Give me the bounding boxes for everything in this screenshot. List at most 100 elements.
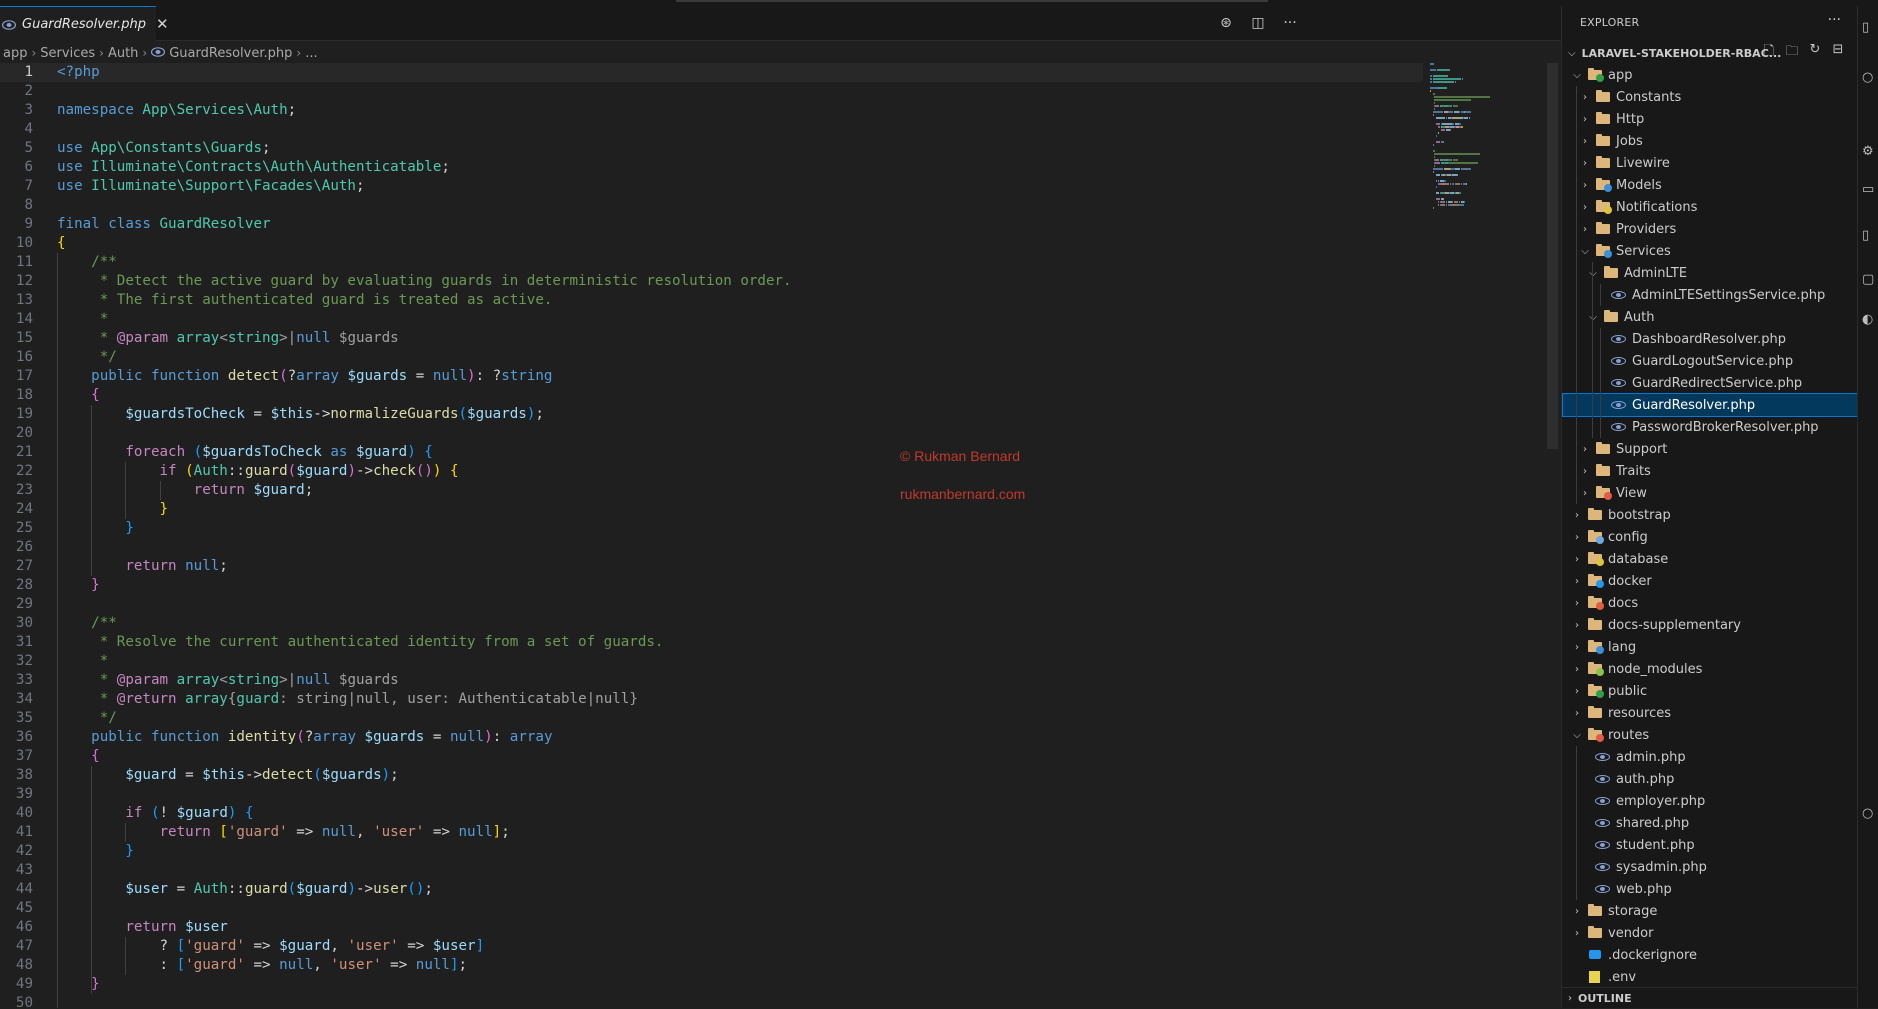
code-line[interactable]: 23 return $guard; [0,481,1423,500]
tree-folder[interactable]: ⌵ Services [1563,240,1873,262]
code-line[interactable]: 48 : ['guard' => null, 'user' => null]; [0,956,1423,975]
new-folder-icon[interactable]: 🗀 [1784,42,1800,64]
circle-icon[interactable]: ◐ [1862,312,1876,327]
code-line[interactable]: 33 * @param array<string>|null $guards [0,671,1423,690]
code-line[interactable]: 49 } [0,975,1423,994]
breadcrumb-item[interactable]: GuardResolver.php [169,46,292,61]
tree-folder[interactable]: › Providers [1563,218,1873,240]
code-line[interactable]: 16 */ [0,348,1423,367]
code-line[interactable]: 45 [0,899,1423,918]
code-line[interactable]: 22 if (Auth::guard($guard)->check()) { [0,462,1423,481]
code-line[interactable]: 17 public function detect(?array $guards… [0,367,1423,386]
refresh-icon[interactable]: ↻ [1807,42,1823,64]
tree-folder[interactable]: › bootstrap [1563,504,1865,526]
code-line[interactable]: 47 ? ['guard' => $guard, 'user' => $user… [0,937,1423,956]
close-icon[interactable]: ✕ [156,15,169,33]
code-line[interactable]: 8 [0,196,1423,215]
code-line[interactable]: 38 $guard = $this->detect($guards); [0,766,1423,785]
code-line[interactable]: 37 { [0,747,1423,766]
code-line[interactable]: 31 * Resolve the current authenticated i… [0,633,1423,652]
more-actions-icon[interactable]: ··· [1828,12,1841,28]
code-line[interactable]: 1 <?php [0,63,1423,82]
code-line[interactable]: 3 namespace App\Services\Auth; [0,101,1423,120]
tree-folder[interactable]: › docker [1563,570,1865,592]
tree-folder[interactable]: › Notifications [1563,196,1873,218]
tree-folder[interactable]: › Traits [1563,460,1873,482]
tree-folder[interactable]: › node_modules [1563,658,1865,680]
tree-folder[interactable]: › Constants [1563,86,1873,108]
code-line[interactable]: 11 /** [0,253,1423,272]
code-line[interactable]: 34 * @return array{guard: string|null, u… [0,690,1423,709]
code-line[interactable]: 44 $user = Auth::guard($guard)->user(); [0,880,1423,899]
breadcrumb-item[interactable]: ... [305,46,317,61]
tree-folder[interactable]: › database [1563,548,1865,570]
settings-icon[interactable]: ⚙ [1862,144,1876,159]
code-line[interactable]: 35 */ [0,709,1423,728]
tree-folder[interactable]: › Jobs [1563,130,1873,152]
search-icon[interactable]: ○ [1862,70,1876,85]
file-icon[interactable]: ▭ [1862,182,1876,197]
tree-file[interactable]: AdminLTESettingsService.php [1563,284,1878,306]
tree-folder[interactable]: › public [1563,680,1865,702]
split-editor-icon[interactable]: ◫ [1249,15,1267,31]
editor-area[interactable]: GuardResolver.php ✕ ⊛ ◫ ··· app › Services › A… [0,6,1561,1008]
minimap[interactable] [1430,63,1542,243]
tree-file[interactable]: GuardLogoutService.php [1563,350,1878,372]
code-line[interactable]: 2 [0,82,1423,101]
tree-folder[interactable]: › Support [1563,438,1873,460]
code-line[interactable]: 20 [0,424,1423,443]
tree-file[interactable]: DashboardResolver.php [1563,328,1878,350]
tree-folder[interactable]: ⌵ routes [1563,724,1865,746]
tree-file[interactable]: sysadmin.php [1563,856,1873,878]
code-line[interactable]: 19 $guardsToCheck = $this->normalizeGuar… [0,405,1423,424]
tree-folder[interactable]: › vendor [1563,922,1865,944]
tree-file[interactable]: employer.php [1563,790,1873,812]
tree-folder[interactable]: › storage [1563,900,1865,922]
tree-file[interactable]: .dockerignore [1563,944,1865,966]
code-line[interactable]: 29 [0,595,1423,614]
tree-folder[interactable]: › View [1563,482,1873,504]
code-line[interactable]: 41 return ['guard' => null, 'user' => nu… [0,823,1423,842]
code-line[interactable]: 28 } [0,576,1423,595]
tree-folder[interactable]: › Http [1563,108,1873,130]
code-line[interactable]: 4 [0,120,1423,139]
code-line[interactable]: 9 final class GuardResolver [0,215,1423,234]
code-line[interactable]: 25 } [0,519,1423,538]
copy-icon[interactable]: ▯ [1862,228,1876,243]
editor-scrollbar[interactable] [1547,63,1558,449]
account-icon[interactable]: ○ [1862,806,1876,821]
tree-file[interactable]: web.php [1563,878,1873,900]
breadcrumb-item[interactable]: app [3,46,27,61]
code-line[interactable]: 24 } [0,500,1423,519]
outline-section[interactable]: › OUTLINE [1562,987,1858,1009]
breadcrumb-item[interactable]: Auth [108,46,138,61]
code-line[interactable]: 15 * @param array<string>|null $guards [0,329,1423,348]
tree-file[interactable]: shared.php [1563,812,1873,834]
collapse-all-icon[interactable]: ⊟ [1830,42,1846,64]
new-file-icon[interactable]: 🗋 [1761,42,1777,64]
tree-file[interactable]: GuardResolver.php [1562,393,1878,417]
tree-folder[interactable]: › resources [1563,702,1865,724]
code-line[interactable]: 14 * [0,310,1423,329]
more-actions-icon[interactable]: ··· [1281,15,1299,31]
code-line[interactable]: 30 /** [0,614,1423,633]
tree-file[interactable]: auth.php [1563,768,1873,790]
code-line[interactable]: 32 * [0,652,1423,671]
code-line[interactable]: 27 return null; [0,557,1423,576]
tree-folder[interactable]: ⌵ app [1563,64,1865,86]
code-line[interactable]: 46 return $user [0,918,1423,937]
tree-folder[interactable]: › lang [1563,636,1865,658]
code-line[interactable]: 39 [0,785,1423,804]
code-line[interactable]: 42 } [0,842,1423,861]
tree-file[interactable]: student.php [1563,834,1873,856]
copilot-icon[interactable]: ⊛ [1217,15,1235,31]
tree-folder[interactable]: › docs [1563,592,1865,614]
breadcrumb-item[interactable]: Services [40,46,95,61]
code-line[interactable]: 13 * The first authenticated guard is tr… [0,291,1423,310]
tree-folder[interactable]: › docs-supplementary [1563,614,1865,636]
code-line[interactable]: 7 use Illuminate\Support\Facades\Auth; [0,177,1423,196]
tree-file[interactable]: PasswordBrokerResolver.php [1563,416,1878,438]
tree-folder[interactable]: › config [1563,526,1865,548]
code-line[interactable]: 18 { [0,386,1423,405]
code-line[interactable]: 50 [0,994,1423,1008]
